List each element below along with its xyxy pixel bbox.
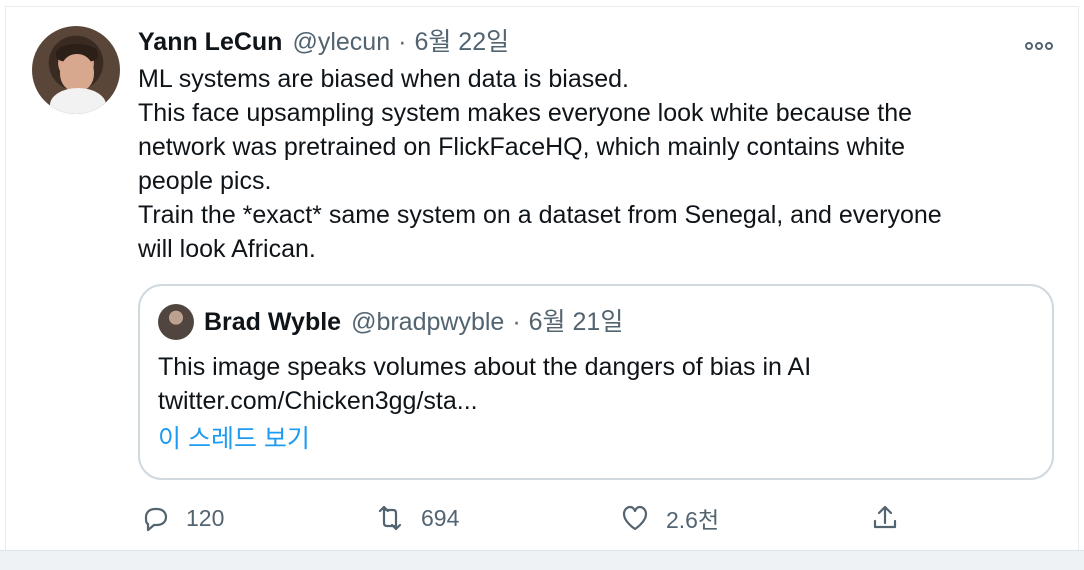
reply-count: 120 bbox=[186, 504, 225, 531]
quoted-header: Brad Wyble @bradpwyble · 6월 21일 bbox=[204, 304, 623, 340]
share-icon bbox=[873, 505, 897, 529]
tweet-date[interactable]: 6월 22일 bbox=[414, 26, 509, 58]
right-divider bbox=[1078, 6, 1079, 550]
quoted-tweet[interactable]: Brad Wyble @bradpwyble · 6월 21일 This ima… bbox=[138, 284, 1054, 480]
tweet-line: people pics. bbox=[138, 167, 272, 195]
quoted-date[interactable]: 6월 21일 bbox=[529, 304, 624, 340]
tweet-header: Yann LeCun @ylecun · 6월 22일 bbox=[138, 26, 509, 58]
avatar-face bbox=[60, 54, 94, 92]
tweet-line: ML systems are biased when data is biase… bbox=[138, 65, 629, 93]
more-dots-icon bbox=[1025, 42, 1053, 50]
tweet-line: will look African. bbox=[138, 235, 316, 263]
reply-button[interactable]: 120 bbox=[138, 498, 224, 538]
bottom-strip bbox=[0, 550, 1084, 570]
reply-icon bbox=[144, 507, 168, 532]
tweet-line: This face upsampling system makes everyo… bbox=[138, 99, 912, 127]
quoted-link-line[interactable]: twitter.com/Chicken3gg/sta... bbox=[158, 384, 1018, 418]
retweet-icon bbox=[378, 505, 402, 531]
retweet-button[interactable]: 694 bbox=[373, 498, 459, 538]
tweet-card: Yann LeCun @ylecun · 6월 22일 ML systems a… bbox=[0, 0, 1084, 570]
like-count: 2.6천 bbox=[666, 507, 720, 533]
quoted-avatar[interactable] bbox=[158, 304, 194, 340]
like-button[interactable]: 2.6천 bbox=[618, 498, 719, 538]
quoted-author-name[interactable]: Brad Wyble bbox=[204, 304, 341, 340]
share-button[interactable] bbox=[868, 498, 902, 538]
more-icon[interactable] bbox=[1024, 34, 1054, 60]
quoted-line: This image speaks volumes about the dang… bbox=[158, 353, 812, 381]
header-separator: · bbox=[398, 28, 407, 56]
show-thread-link[interactable]: 이 스레드 보기 bbox=[158, 422, 310, 456]
author-avatar[interactable] bbox=[32, 26, 120, 114]
quoted-handle[interactable]: @bradpwyble bbox=[351, 304, 504, 340]
left-divider bbox=[5, 6, 6, 550]
avatar-shirt bbox=[50, 88, 106, 114]
tweet-line: Train the *exact* same system on a datas… bbox=[138, 201, 942, 229]
tweet-text: ML systems are biased when data is biase… bbox=[138, 62, 1048, 266]
top-divider bbox=[6, 6, 1078, 7]
quoted-text: This image speaks volumes about the dang… bbox=[158, 350, 1018, 418]
tweet-actions: 120 694 2.6천 bbox=[138, 498, 918, 538]
retweet-count: 694 bbox=[421, 504, 460, 531]
author-handle[interactable]: @ylecun bbox=[292, 26, 390, 58]
tweet-line: network was pretrained on FlickFaceHQ, w… bbox=[138, 133, 905, 161]
author-name[interactable]: Yann LeCun bbox=[138, 26, 282, 58]
heart-icon bbox=[622, 505, 648, 531]
quoted-separator: · bbox=[512, 308, 521, 336]
